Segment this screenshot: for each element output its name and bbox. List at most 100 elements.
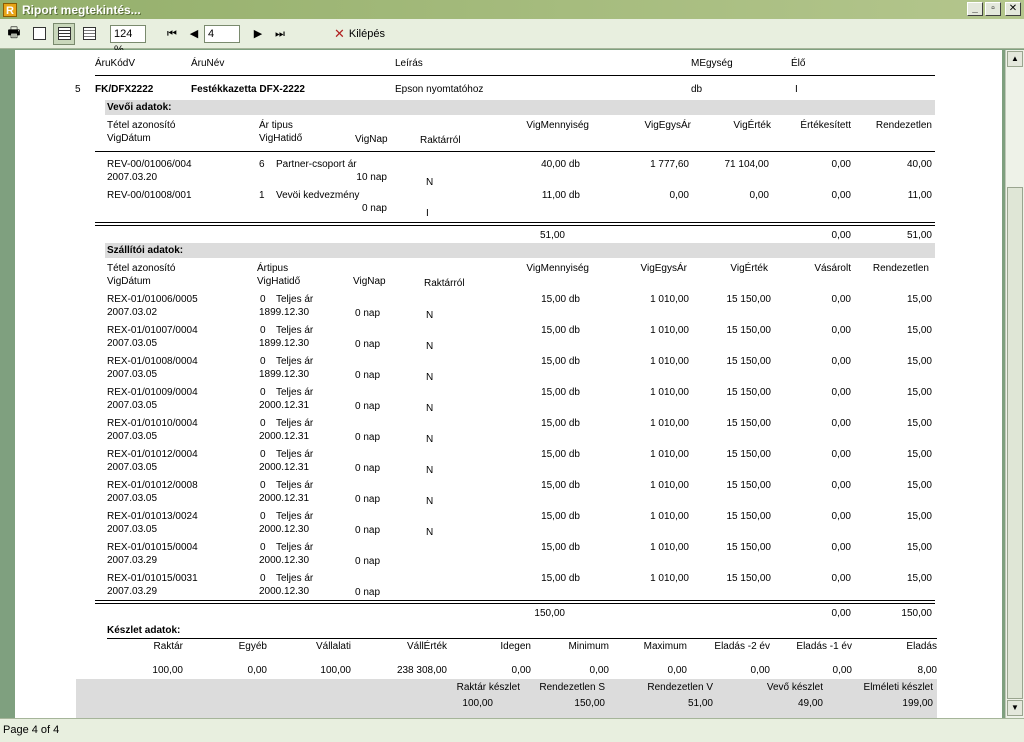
buyer-row-vignap: 0 nap (361, 203, 387, 214)
supplier-row-bought: 0,00 (831, 573, 851, 584)
close-button[interactable]: ✕ (1005, 2, 1021, 16)
printer-icon: 🖶 (7, 23, 21, 40)
minimize-button[interactable]: _ (967, 2, 983, 16)
supplier-row-vignap: 0 nap (355, 556, 381, 567)
supplier-row-vignap: 0 nap (355, 525, 381, 536)
supplier-row-value: 15 150,00 (726, 511, 772, 522)
scroll-up-button[interactable]: ▲ (1007, 51, 1023, 67)
supplier-row-bought: 0,00 (831, 449, 851, 460)
stock-header-cell: Idegen (500, 641, 531, 652)
supplier-row-qty: 15,00 db (541, 542, 580, 553)
report-page: ÁruKódV ÁruNév Leírás MEgység Élő 5 FK/D… (15, 50, 1002, 718)
supplier-col-price-type: Ártipus (257, 263, 289, 274)
supplier-row-bought: 0,00 (831, 511, 851, 522)
supplier-row-value: 15 150,00 (726, 294, 772, 305)
supplier-row-ptype-no: 0 (260, 511, 266, 522)
supplier-row-id: REX-01/01015/0004 (107, 542, 198, 553)
supplier-row-qty: 15,00 db (541, 294, 580, 305)
supplier-row-ptype: Teljes ár (276, 573, 314, 584)
buyer-col-ordered: Rendezetlen (875, 120, 932, 131)
supplier-row-ptype: Teljes ár (276, 511, 314, 522)
supplier-row-qty: 15,00 db (541, 573, 580, 584)
page-width-icon (57, 27, 71, 40)
supplier-row-id: REX-01/01012/0004 (107, 449, 198, 460)
supplier-total-line-2 (95, 603, 935, 604)
next-page-button[interactable]: ▶ (250, 25, 266, 43)
supplier-row-ptype: Teljes ár (276, 449, 314, 460)
buyer-row-qty: 40,00 db (541, 159, 580, 170)
last-page-button[interactable]: ⏭ (272, 25, 288, 43)
supplier-row-date: 2007.03.05 (107, 493, 158, 504)
supplier-col-bought: Vásárolt (814, 263, 851, 274)
buyer-row-sold: 0,00 (831, 159, 851, 170)
print-button[interactable]: 🖶 (3, 23, 25, 45)
buyer-row-ptype: Partner-csoport ár (276, 159, 357, 170)
supplier-row-ptype-no: 0 (260, 325, 266, 336)
summary-header-cell: Elméleti készlet (863, 682, 933, 693)
arrow-down-icon: ▼ (1011, 703, 1019, 712)
prev-page-button[interactable]: ◀ (186, 25, 202, 43)
stock-value-cell: 238 308,00 (396, 665, 447, 676)
buyer-col-price-type: Ár tipus (259, 120, 293, 131)
stock-value-cell: 0,00 (589, 665, 609, 676)
supplier-col-date: VigDátum (107, 276, 151, 287)
supplier-row-stock: N (426, 372, 434, 383)
close-x-icon: ✕ (334, 25, 345, 41)
summary-header-cell: Rendezetlen V (647, 682, 713, 693)
first-page-button[interactable]: ⏮ (164, 25, 180, 43)
supplier-row-unit-price: 1 010,00 (650, 387, 689, 398)
supplier-row-unit-price: 1 010,00 (650, 542, 689, 553)
product-index: 5 (75, 84, 81, 95)
supplier-row-ptype: Teljes ár (276, 294, 314, 305)
arrow-up-icon: ▲ (1011, 54, 1019, 63)
single-page-button[interactable] (28, 23, 50, 45)
supplier-section-title: Szállítói adatok: (107, 245, 184, 256)
supplier-row-ptype: Teljes ár (276, 480, 314, 491)
vertical-scrollbar[interactable]: ▲ ▼ (1005, 50, 1024, 718)
supplier-row-bought: 0,00 (831, 356, 851, 367)
supplier-row-qty: 15,00 db (541, 449, 580, 460)
supplier-row-ordered: 15,00 (906, 325, 932, 336)
page-number-input[interactable]: 4 (204, 24, 240, 43)
supplier-row-id: REX-01/01010/0004 (107, 418, 198, 429)
title-bar: R Riport megtekintés... _ ▫ ✕ (0, 0, 1024, 19)
supplier-row-due: 2000.12.31 (259, 400, 310, 411)
stock-header-cell: Minimum (568, 641, 609, 652)
page-width-button[interactable] (53, 22, 75, 45)
supplier-row-ordered: 15,00 (906, 542, 932, 553)
buyer-row-unit-price: 0,00 (669, 190, 689, 201)
stock-section-title: Készlet adatok: (107, 625, 181, 636)
zoom-select[interactable]: 124 % (110, 24, 146, 56)
supplier-row-id: REX-01/01006/0005 (107, 294, 198, 305)
supplier-row-bought: 0,00 (831, 325, 851, 336)
report-viewport: ÁruKódV ÁruNév Leírás MEgység Élő 5 FK/D… (0, 50, 1005, 718)
scroll-thumb[interactable] (1007, 187, 1023, 699)
maximize-button[interactable]: ▫ (985, 2, 1001, 16)
supplier-row-ptype: Teljes ár (276, 387, 314, 398)
summary-value-cell: 100,00 (462, 698, 493, 709)
supplier-row-date: 2007.03.29 (107, 586, 158, 597)
exit-button[interactable]: ✕ Kilépés (334, 26, 385, 42)
supplier-row-value: 15 150,00 (726, 542, 772, 553)
supplier-row-due: 2000.12.31 (259, 431, 310, 442)
supplier-row-bought: 0,00 (831, 542, 851, 553)
multi-page-button[interactable] (78, 23, 100, 45)
buyer-row-id: REV-00/01006/004 (107, 159, 192, 170)
window-title: Riport megtekintés... (22, 2, 141, 17)
buyer-total-qty: 51,00 (539, 230, 565, 241)
supplier-row-ptype-no: 0 (260, 418, 266, 429)
stock-header-cell: Raktár (153, 641, 183, 652)
buyer-row-value: 0,00 (749, 190, 769, 201)
scroll-down-button[interactable]: ▼ (1007, 700, 1023, 716)
supplier-row-unit-price: 1 010,00 (650, 325, 689, 336)
supplier-col-qty: VigMennyiség (526, 263, 589, 274)
buyer-col-sold: Értékesített (800, 120, 851, 131)
stock-header-cell: Egyéb (238, 641, 267, 652)
buyer-total-line-2 (95, 225, 935, 226)
stock-header-cell: Eladás (906, 641, 937, 652)
buyer-row-ptype-no: 6 (259, 159, 265, 170)
supplier-row-qty: 15,00 db (541, 511, 580, 522)
buyer-header-divider (95, 151, 935, 152)
product-name: Festékkazetta DFX-2222 (191, 84, 305, 95)
supplier-row-ptype: Teljes ár (276, 325, 314, 336)
